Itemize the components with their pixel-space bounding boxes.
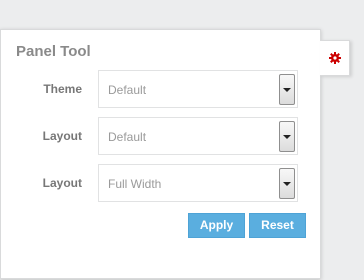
panel-toggle-button[interactable]	[320, 40, 350, 76]
layout-select-value: Default	[108, 130, 147, 144]
layout-width-row: Layout Full Width	[1, 164, 301, 204]
layout-width-select[interactable]: Full Width	[98, 164, 298, 202]
chevron-down-icon[interactable]	[279, 74, 295, 105]
stage: Panel Tool Theme Default Layout Default …	[0, 0, 364, 280]
theme-select-value: Default	[108, 83, 147, 97]
chevron-down-icon[interactable]	[279, 121, 295, 152]
reset-button[interactable]: Reset	[249, 213, 306, 238]
theme-row: Theme Default	[1, 70, 301, 110]
layout-width-label: Layout	[42, 176, 82, 190]
panel-tool: Panel Tool Theme Default Layout Default …	[0, 29, 321, 279]
layout-label: Layout	[42, 129, 82, 143]
layout-width-select-value: Full Width	[108, 177, 162, 191]
theme-select[interactable]: Default	[98, 70, 298, 108]
layout-row: Layout Default	[1, 117, 301, 157]
gear-icon	[328, 52, 341, 64]
chevron-down-icon[interactable]	[279, 168, 295, 199]
apply-button[interactable]: Apply	[188, 213, 245, 238]
panel-title: Panel Tool	[16, 43, 91, 60]
theme-label: Theme	[43, 82, 82, 96]
layout-select[interactable]: Default	[98, 117, 298, 155]
